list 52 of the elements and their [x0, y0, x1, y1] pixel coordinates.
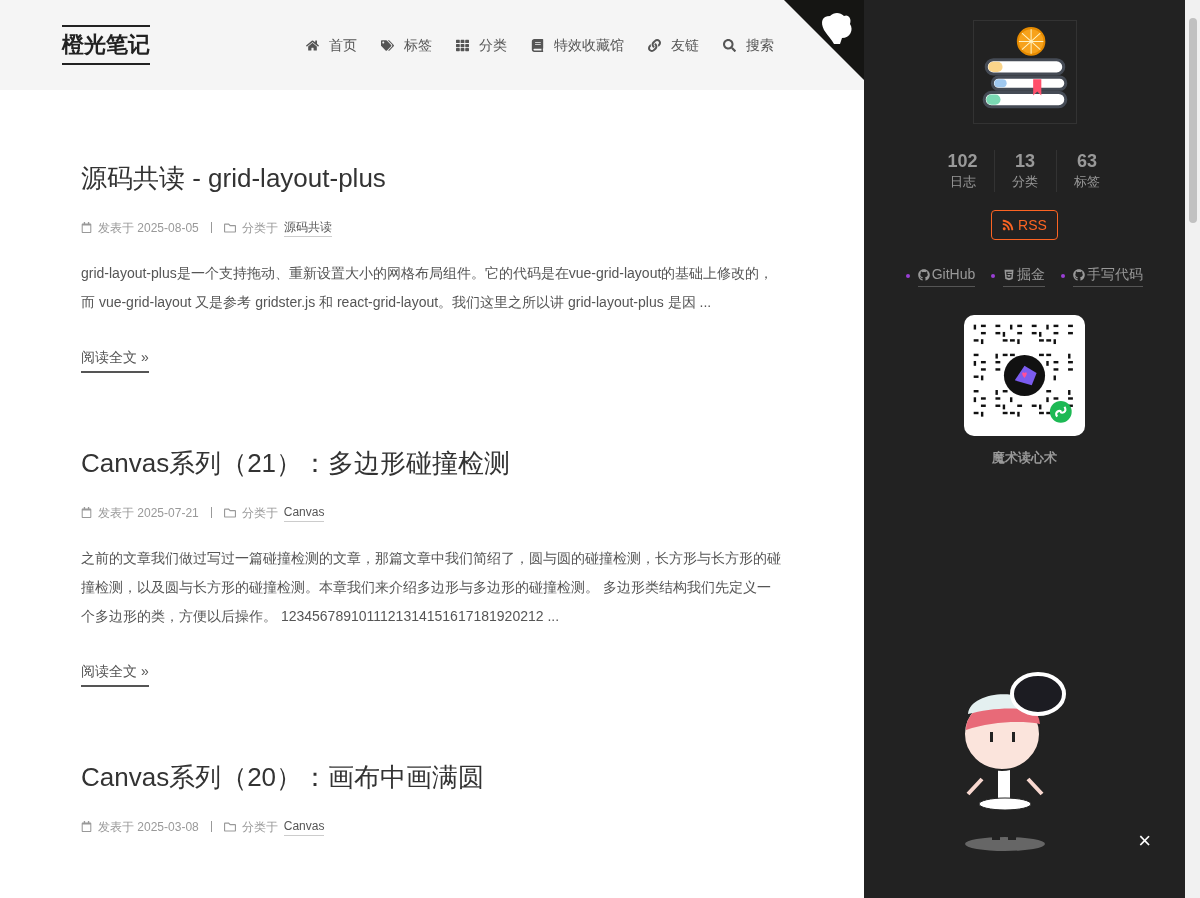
close-button[interactable]: × — [1138, 830, 1151, 852]
read-more-link[interactable]: 阅读全文 » — [81, 661, 149, 687]
category-link[interactable]: Canvas — [283, 503, 325, 522]
post-excerpt: grid-layout-plus是一个支持拖动、重新设置大小的网格布局组件。它的代码是在vue-grid-layout的基础上修改的，而 vue-grid-layout 又是参考 gridster.js 和 react-grid-layout。我们这里之所以讲 grid-layout-plus 是因 ... — [81, 264, 775, 312]
home-icon — [306, 38, 319, 52]
qr-caption: 魔术读心术 — [992, 449, 1057, 467]
post-date: 发表于 2025-08-05 — [98, 219, 199, 237]
calendar-icon — [81, 821, 92, 832]
social-link[interactable]: GitHub — [917, 264, 976, 287]
category-label: 分类于 — [241, 219, 278, 237]
github-icon — [917, 268, 930, 281]
rss-button[interactable]: RSS — [991, 210, 1058, 240]
search-icon — [723, 38, 736, 52]
link-icon — [648, 38, 661, 52]
read-more-link[interactable]: 阅读全文 » — [81, 347, 149, 373]
social-link[interactable]: 掘金 — [1003, 264, 1046, 287]
stat-label[interactable]: 标签 — [1074, 172, 1100, 192]
stat-count[interactable]: 63 — [1077, 150, 1097, 172]
nav-link[interactable]: 特效收藏馆 — [531, 34, 624, 56]
nav-link[interactable]: 首页 — [306, 34, 357, 56]
book-icon — [531, 38, 544, 52]
post-title[interactable]: 源码共读 - grid-layout-plus — [81, 160, 386, 196]
post-excerpt: 之前的文章我们做过写过一篇碰撞检测的文章，那篇文章中我们简绍了，圆与圆的碰撞检测，长方形与长方形的碰撞检测，以及圆与长方形的碰撞检测。本章我们来介绍多边形与多边形的碰撞检测。 多边形类结构我们先定义一个多边形的类，方便以后操作。 1234567891011121314151617181920212 ... — [81, 549, 782, 626]
category-link[interactable]: Canvas — [283, 817, 325, 836]
category-label: 分类于 — [241, 504, 278, 522]
post-date: 发表于 2025-07-21 — [98, 504, 199, 522]
site-title[interactable]: 橙光笔记 — [62, 25, 150, 65]
folder-icon — [223, 506, 236, 519]
stat-count[interactable]: 102 — [947, 150, 978, 172]
nav-link[interactable]: 分类 — [456, 34, 507, 56]
nav-link[interactable]: 标签 — [381, 34, 432, 56]
nav-link[interactable]: 友链 — [648, 34, 699, 56]
stat-count[interactable]: 13 — [1015, 150, 1035, 172]
grid-icon — [456, 38, 469, 52]
calendar-icon — [81, 222, 92, 233]
stat-label[interactable]: 分类 — [1012, 172, 1038, 192]
post-title[interactable]: Canvas系列（21）：多边形碰撞检测 — [81, 445, 511, 481]
folder-icon — [223, 820, 236, 833]
tags-icon — [381, 38, 394, 52]
github-icon — [1073, 268, 1086, 281]
rss-icon — [1002, 219, 1015, 231]
post-title[interactable]: Canvas系列（20）：画布中画满圆 — [81, 759, 485, 795]
calendar-icon — [81, 507, 92, 518]
scrollbar[interactable] — [1185, 0, 1200, 898]
html5-icon — [1003, 268, 1016, 281]
post-date: 发表于 2025-03-08 — [98, 818, 199, 836]
stat-label[interactable]: 日志 — [949, 172, 976, 192]
social-link[interactable]: 手写代码 — [1073, 264, 1144, 287]
category-link[interactable]: 源码共读 — [283, 218, 332, 237]
nav-link[interactable]: 搜索 — [723, 34, 774, 56]
category-label: 分类于 — [241, 818, 278, 836]
folder-icon — [223, 221, 236, 234]
